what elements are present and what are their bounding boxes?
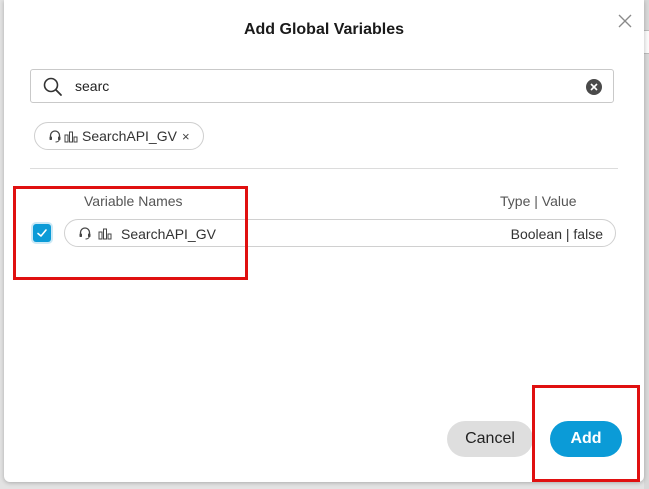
- headset-icon: [79, 227, 91, 240]
- dialog-title: Add Global Variables: [243, 21, 405, 38]
- background-page-edge: [644, 0, 649, 489]
- table-row[interactable]: SearchAPI_GV Boolean | false: [64, 219, 616, 247]
- chip-label: SearchAPI_GV: [82, 128, 177, 144]
- selected-variable-chip: SearchAPI_GV ×: [34, 122, 204, 150]
- cancel-button[interactable]: Cancel: [447, 421, 533, 457]
- row-checkbox[interactable]: [33, 224, 51, 242]
- column-header-type-value: Type | Value: [500, 193, 577, 209]
- add-global-variables-dialog: Add Global Variables searc SearchAPI_GV …: [4, 0, 644, 482]
- bar-chart-icon: [64, 131, 78, 143]
- add-button[interactable]: Add: [550, 421, 622, 457]
- check-icon: [37, 229, 47, 237]
- row-type-value: Boolean | false: [510, 226, 603, 242]
- row-icons: [78, 226, 112, 243]
- section-divider: [30, 168, 618, 169]
- clear-search-button[interactable]: [586, 79, 602, 95]
- background-input-edge: [644, 30, 649, 54]
- bar-chart-icon: [98, 228, 112, 240]
- search-box: [30, 69, 614, 103]
- row-variable-name: SearchAPI_GV: [121, 226, 216, 242]
- close-icon: [618, 14, 632, 28]
- headset-icon: [49, 130, 61, 143]
- clear-icon: [590, 83, 598, 91]
- column-header-variable-names: Variable Names: [84, 193, 183, 209]
- search-input[interactable]: [75, 75, 575, 97]
- close-button[interactable]: [616, 12, 634, 30]
- chip-remove-button[interactable]: ×: [182, 129, 190, 144]
- search-icon: [43, 77, 62, 96]
